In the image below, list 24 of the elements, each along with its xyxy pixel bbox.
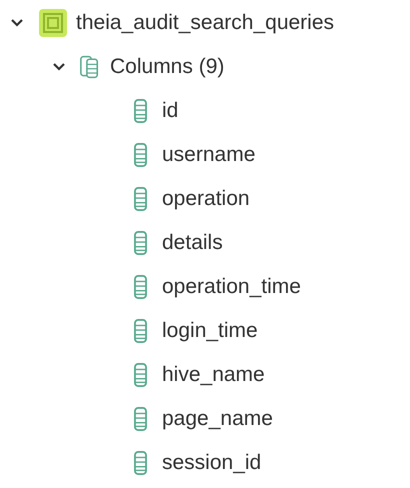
table-name[interactable]: theia_audit_search_queries bbox=[76, 10, 334, 36]
table-icon bbox=[38, 8, 68, 38]
column-icon bbox=[134, 143, 147, 167]
column-name[interactable]: details bbox=[162, 230, 223, 256]
column-name[interactable]: id bbox=[162, 98, 178, 124]
column-icon bbox=[134, 407, 147, 431]
column-icon bbox=[134, 99, 147, 123]
column-name[interactable]: login_time bbox=[162, 318, 258, 344]
folder-label[interactable]: Columns (9) bbox=[110, 54, 224, 80]
column-name[interactable]: session_id bbox=[162, 450, 262, 476]
column-name[interactable]: operation bbox=[162, 186, 250, 212]
column-icon bbox=[134, 363, 147, 387]
column-icon bbox=[134, 275, 147, 299]
column-icon bbox=[134, 231, 147, 255]
collapse-chevron-icon[interactable] bbox=[52, 62, 66, 72]
column-icon bbox=[134, 451, 147, 475]
collapse-chevron-icon[interactable] bbox=[10, 18, 24, 28]
column-name[interactable]: page_name bbox=[162, 406, 273, 432]
column-name[interactable]: operation_time bbox=[162, 274, 301, 300]
column-icon bbox=[134, 187, 147, 211]
column-name[interactable]: hive_name bbox=[162, 362, 265, 388]
column-name[interactable]: username bbox=[162, 142, 256, 168]
columns-icon bbox=[80, 55, 99, 79]
column-icon bbox=[134, 319, 147, 343]
